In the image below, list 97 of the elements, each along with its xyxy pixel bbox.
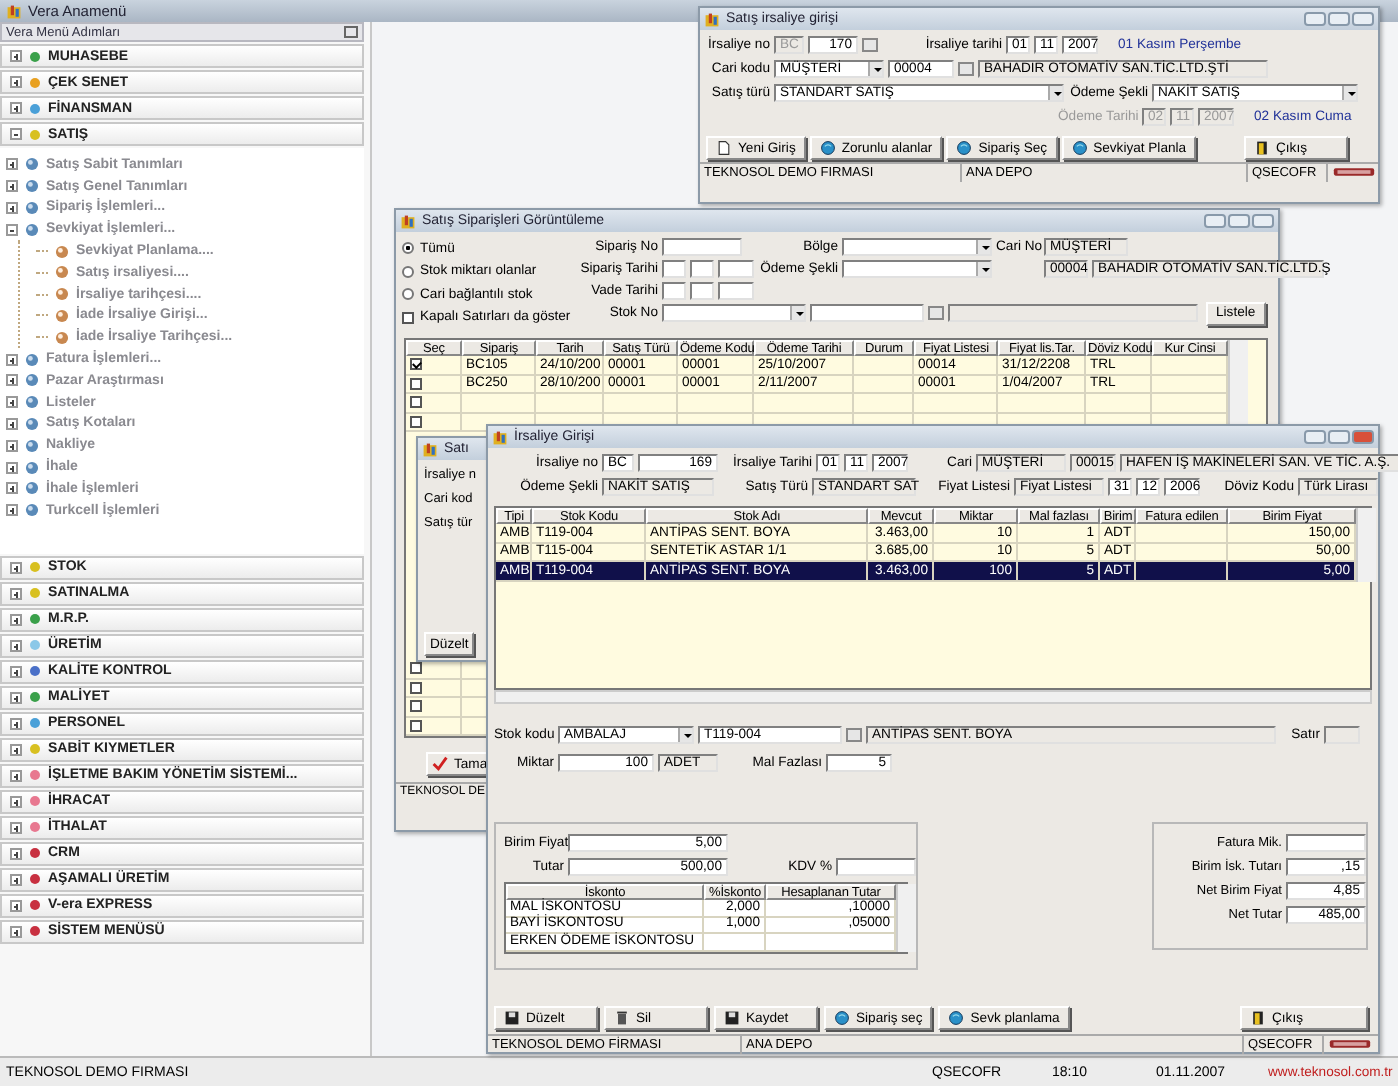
expand-icon[interactable] xyxy=(10,743,22,756)
expand-icon[interactable] xyxy=(10,873,22,886)
table-cell xyxy=(704,934,766,951)
expand-icon[interactable] xyxy=(10,76,22,88)
input-field[interactable] xyxy=(948,304,1198,322)
input-field[interactable] xyxy=(690,260,714,278)
input-field[interactable] xyxy=(810,304,924,322)
dropdown[interactable] xyxy=(842,238,992,256)
table-cell xyxy=(1136,562,1228,581)
pin-icon[interactable] xyxy=(344,26,358,38)
app-icon xyxy=(704,11,720,27)
globe-icon xyxy=(1071,140,1088,156)
app-icon xyxy=(6,3,22,19)
close-button[interactable] xyxy=(1352,430,1374,444)
caret-icon xyxy=(1048,86,1062,100)
input-field[interactable] xyxy=(662,238,742,256)
globe-icon xyxy=(956,140,973,156)
expand-icon[interactable] xyxy=(6,504,18,517)
app-icon xyxy=(492,429,508,445)
radio-button[interactable] xyxy=(402,288,414,301)
expand-icon[interactable] xyxy=(10,50,22,62)
lookup-button[interactable] xyxy=(928,306,944,320)
checkbox[interactable] xyxy=(410,662,422,675)
expand-icon[interactable] xyxy=(10,795,22,808)
checkbox[interactable] xyxy=(402,311,414,324)
caret-icon xyxy=(678,728,692,742)
input-field[interactable] xyxy=(662,260,686,278)
expand-icon[interactable] xyxy=(10,561,22,574)
expand-icon[interactable] xyxy=(10,665,22,678)
expand-icon[interactable] xyxy=(6,461,18,474)
expand-icon[interactable] xyxy=(6,158,18,171)
expand-icon[interactable] xyxy=(10,769,22,782)
expand-icon[interactable] xyxy=(10,102,22,114)
app-icon xyxy=(400,213,416,229)
checkbox[interactable] xyxy=(410,358,422,371)
page-icon xyxy=(716,140,732,156)
checkbox[interactable] xyxy=(410,377,422,390)
app-icon xyxy=(422,441,438,457)
expand-icon[interactable] xyxy=(10,587,22,600)
table-cell xyxy=(1152,375,1228,394)
expand-icon[interactable] xyxy=(10,925,22,938)
expand-icon[interactable] xyxy=(6,353,18,366)
input-field[interactable] xyxy=(718,282,754,300)
collapse-icon[interactable] xyxy=(6,223,18,236)
expand-icon[interactable] xyxy=(6,482,18,495)
input-field[interactable] xyxy=(690,282,714,300)
lookup-button[interactable] xyxy=(846,728,862,742)
input-field[interactable] xyxy=(662,282,686,300)
input-field[interactable] xyxy=(718,260,754,278)
input-field[interactable] xyxy=(836,858,916,876)
table-cell xyxy=(854,356,914,375)
expand-icon[interactable] xyxy=(10,821,22,834)
dropdown[interactable] xyxy=(842,260,992,278)
caret-icon xyxy=(868,62,882,76)
expand-icon[interactable] xyxy=(10,847,22,860)
caret-icon xyxy=(790,306,804,320)
expand-icon[interactable] xyxy=(10,639,22,652)
table-cell xyxy=(854,375,914,394)
expand-icon[interactable] xyxy=(10,717,22,730)
checkbox[interactable] xyxy=(410,681,422,694)
logo-icon xyxy=(1328,1036,1372,1052)
collapse-icon[interactable] xyxy=(10,128,22,140)
lookup-button[interactable] xyxy=(862,38,878,52)
checkbox[interactable] xyxy=(410,415,422,428)
scrollbar[interactable] xyxy=(896,884,916,951)
expand-icon[interactable] xyxy=(10,899,22,912)
scrollbar[interactable] xyxy=(494,690,1372,704)
globe-icon xyxy=(834,1010,850,1026)
table-cell xyxy=(766,934,896,951)
trash-icon xyxy=(614,1010,630,1026)
expand-icon[interactable] xyxy=(10,691,22,704)
door-icon xyxy=(1254,140,1270,156)
table-cell xyxy=(1152,356,1228,375)
checkbox[interactable] xyxy=(410,719,422,732)
expand-icon[interactable] xyxy=(10,613,22,626)
checkbox[interactable] xyxy=(410,396,422,409)
expand-icon[interactable] xyxy=(6,374,18,387)
expand-icon[interactable] xyxy=(6,417,18,430)
checkbox[interactable] xyxy=(410,700,422,713)
expand-icon[interactable] xyxy=(6,396,18,409)
radio-button[interactable] xyxy=(402,242,414,255)
table-cell xyxy=(1136,524,1228,543)
logo-icon xyxy=(1332,164,1376,180)
dropdown[interactable] xyxy=(662,304,806,322)
radio-button[interactable] xyxy=(402,265,414,278)
expand-icon[interactable] xyxy=(6,439,18,452)
globe-icon xyxy=(819,140,836,156)
scrollbar[interactable] xyxy=(1356,508,1376,581)
expand-icon[interactable] xyxy=(6,180,18,193)
caret-icon xyxy=(1342,86,1356,100)
input-field[interactable] xyxy=(1286,834,1366,852)
globe-icon xyxy=(948,1010,965,1026)
expand-icon[interactable] xyxy=(6,201,18,214)
check-icon xyxy=(432,756,448,772)
input-field[interactable] xyxy=(1324,726,1360,744)
lookup-button[interactable] xyxy=(958,62,974,76)
door-icon xyxy=(1250,1010,1266,1026)
